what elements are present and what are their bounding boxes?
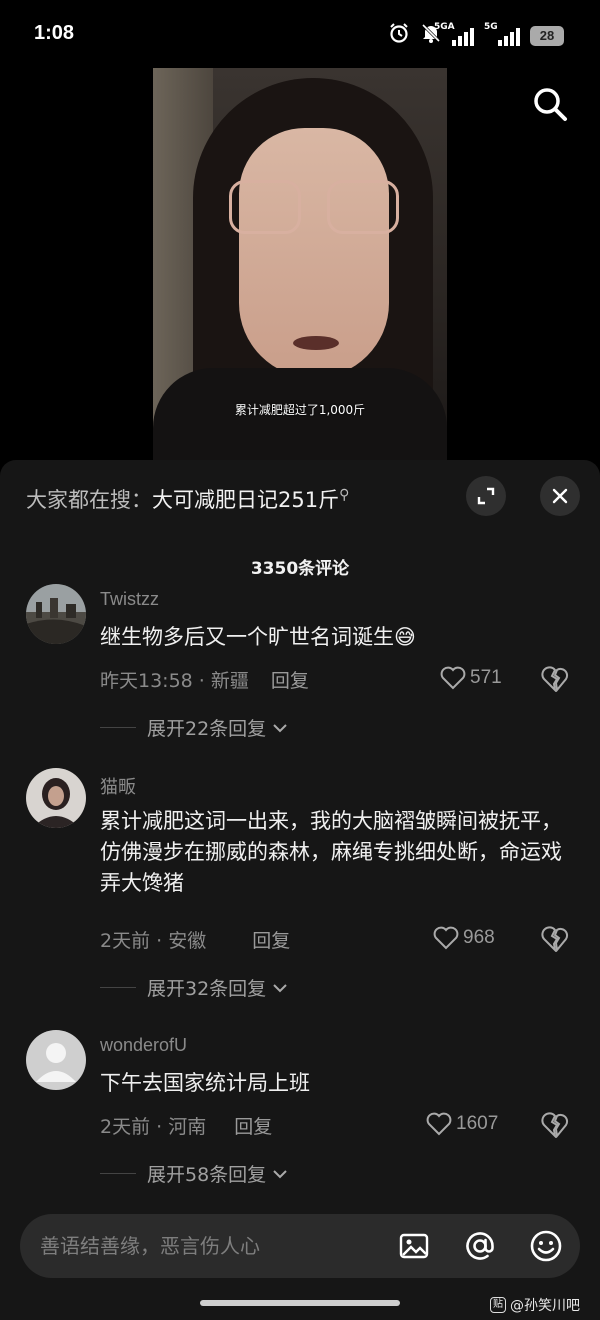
emoji-button[interactable]	[528, 1228, 564, 1264]
comment-meta: 昨天13:58 · 新疆 回复	[100, 670, 309, 692]
chevron-down-icon	[273, 723, 287, 732]
expand-replies-label: 展开32条回复	[147, 978, 267, 1000]
comment-location: 安徽	[168, 930, 207, 952]
like-button[interactable]: 571	[440, 666, 502, 690]
expand-replies-label: 展开22条回复	[147, 718, 267, 740]
broken-heart-icon	[541, 666, 569, 693]
expand-divider	[100, 1173, 136, 1174]
comment-time: 昨天13:58	[100, 670, 193, 692]
smiley-icon	[530, 1230, 562, 1262]
watermark: 贴 @孙笑川吧	[490, 1295, 580, 1315]
expand-replies-button[interactable]: 展开58条回复	[147, 1160, 288, 1187]
comment-time: 2天前	[100, 930, 151, 952]
expand-divider	[100, 727, 136, 728]
comment-text: 继生物多后又一个旷世名词诞生😅	[100, 625, 416, 649]
trending-search[interactable]: 大家都在搜：大可减肥日记251斤⚲	[26, 484, 349, 514]
trending-label: 大家都在搜：	[26, 488, 152, 512]
reply-button[interactable]: 回复	[271, 670, 309, 692]
comment-meta: 2天前 · 河南 回复	[100, 1116, 273, 1138]
comment-username[interactable]: Twistzz	[100, 589, 159, 610]
watermark-logo-icon: 贴	[490, 1297, 506, 1313]
search-icon	[534, 88, 567, 121]
image-icon	[399, 1233, 429, 1259]
heart-icon	[426, 1112, 452, 1136]
comment-location: 新疆	[210, 670, 249, 692]
like-count: 1607	[456, 1113, 499, 1134]
comment-input[interactable]	[40, 1228, 370, 1264]
dislike-button[interactable]	[541, 1112, 569, 1140]
search-mini-icon: ⚲	[339, 487, 350, 503]
comment-meta: 2天前 · 安徽 回复	[100, 930, 291, 952]
broken-heart-icon	[541, 926, 569, 953]
status-bar: 1:08 5GA 5G 28	[0, 0, 600, 70]
signal-5g-icon: 5G	[484, 22, 520, 46]
heart-icon	[433, 926, 459, 950]
video-person-mouth	[293, 336, 339, 350]
status-time: 1:08	[34, 22, 75, 44]
like-button[interactable]: 968	[433, 926, 495, 950]
at-icon	[466, 1232, 494, 1260]
status-icons: 5GA 5G 28	[388, 22, 564, 50]
comment-username[interactable]: 猫畈	[100, 773, 136, 799]
image-button[interactable]	[396, 1228, 432, 1264]
expand-icon	[477, 487, 495, 505]
dislike-button[interactable]	[541, 926, 569, 954]
avatar[interactable]	[26, 1030, 86, 1090]
expand-replies-button[interactable]: 展开22条回复	[147, 714, 288, 741]
avatar[interactable]	[26, 584, 86, 644]
reply-button[interactable]: 回复	[234, 1116, 272, 1138]
search-button[interactable]	[530, 84, 570, 124]
chevron-down-icon	[273, 1169, 287, 1178]
trending-term[interactable]: 大可减肥日记251斤	[152, 488, 339, 512]
video-caption: 累计减肥超过了1,000斤	[234, 403, 366, 417]
heart-icon	[440, 666, 466, 690]
expand-sheet-button[interactable]	[466, 476, 506, 516]
expand-replies-label: 展开58条回复	[147, 1164, 267, 1186]
comment-input-bar	[20, 1214, 580, 1278]
comment-location: 河南	[168, 1116, 207, 1138]
comment-text: 下午去国家统计局上班	[100, 1071, 310, 1095]
comment-username[interactable]: wonderofU	[100, 1035, 187, 1056]
expand-divider	[100, 987, 136, 988]
like-count: 571	[470, 667, 502, 688]
dislike-button[interactable]	[541, 666, 569, 694]
video-person-glasses	[229, 180, 399, 236]
comment-text: 累计减肥这词一出来，我的大脑褶皱瞬间被抚平，仿佛漫步在挪威的森林，麻绳专挑细处断…	[100, 809, 562, 895]
battery-indicator: 28	[530, 26, 564, 46]
broken-heart-icon	[541, 1112, 569, 1139]
comment-count: 3350条评论	[250, 559, 350, 579]
close-sheet-button[interactable]	[540, 476, 580, 516]
alarm-icon	[388, 22, 410, 50]
like-count: 968	[463, 927, 495, 948]
signal-5ga-icon: 5GA	[434, 22, 474, 46]
avatar[interactable]	[26, 768, 86, 828]
mention-button[interactable]	[462, 1228, 498, 1264]
comment-time: 2天前	[100, 1116, 151, 1138]
expand-replies-button[interactable]: 展开32条回复	[147, 974, 288, 1001]
home-indicator[interactable]	[200, 1300, 400, 1306]
like-button[interactable]: 1607	[426, 1112, 498, 1136]
watermark-text: @孙笑川吧	[510, 1298, 580, 1314]
reply-button[interactable]: 回复	[252, 930, 290, 952]
close-icon	[552, 488, 568, 504]
chevron-down-icon	[273, 983, 287, 992]
comment-sheet: 大家都在搜：大可减肥日记251斤⚲ 3350条评论 Twistzz 继生物多后又…	[0, 460, 600, 1320]
video-frame[interactable]: 累计减肥超过了1,000斤	[153, 68, 447, 460]
